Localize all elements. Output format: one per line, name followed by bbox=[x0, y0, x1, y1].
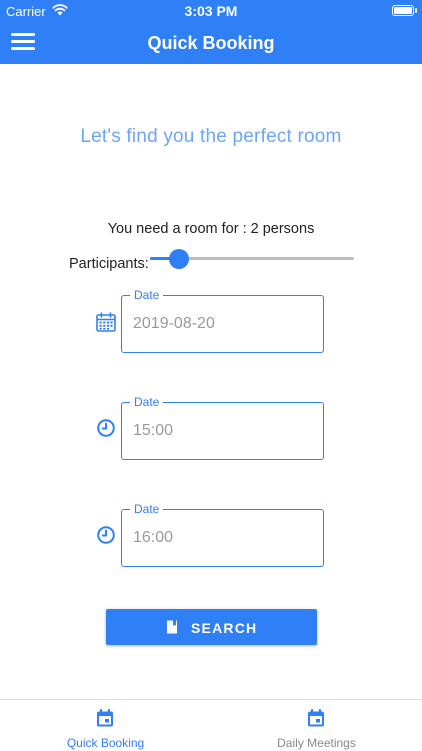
book-icon bbox=[167, 620, 177, 634]
tab-bar: Quick Booking Daily Meetings bbox=[0, 699, 422, 751]
subtitle: Let's find you the perfect room bbox=[80, 126, 342, 147]
date-field-row: Date 2019-08-20 bbox=[0, 288, 422, 355]
end-time-field-value: 16:00 bbox=[133, 529, 174, 546]
date-field-label: Date bbox=[130, 288, 164, 302]
calendar-icon bbox=[97, 709, 113, 727]
slider-thumb[interactable] bbox=[168, 249, 189, 269]
start-time-field-value: 15:00 bbox=[133, 422, 174, 439]
tab-quick-booking-label: Quick Booking bbox=[66, 736, 145, 750]
search-button[interactable]: SEARCH bbox=[106, 609, 317, 645]
clock-icon[interactable] bbox=[96, 525, 116, 545]
date-input[interactable]: Date 2019-08-20 bbox=[121, 288, 324, 353]
clock-icon[interactable] bbox=[96, 418, 116, 438]
battery-icon bbox=[392, 5, 417, 16]
status-bar: Carrier 3:03 PM bbox=[0, 0, 422, 22]
participants-slider[interactable] bbox=[150, 249, 354, 269]
end-time-input[interactable]: Date 16:00 bbox=[121, 502, 324, 567]
participants-label: Participants: bbox=[69, 256, 149, 272]
end-time-field-row: Date 16:00 bbox=[0, 502, 422, 569]
start-time-field-row: Date 15:00 bbox=[0, 395, 422, 462]
start-time-input[interactable]: Date 15:00 bbox=[121, 395, 324, 460]
page-title: Quick Booking bbox=[147, 33, 275, 53]
tab-quick-booking[interactable]: Quick Booking bbox=[0, 700, 211, 751]
calendar-icon[interactable] bbox=[95, 311, 117, 333]
date-field-value: 2019-08-20 bbox=[133, 315, 215, 332]
tab-daily-meetings-label: Daily Meetings bbox=[277, 736, 356, 750]
calendar-icon bbox=[308, 709, 324, 727]
tab-daily-meetings[interactable]: Daily Meetings bbox=[211, 700, 422, 751]
end-time-field-label: Date bbox=[130, 502, 164, 516]
search-button-label: SEARCH bbox=[191, 620, 258, 636]
start-time-field-label: Date bbox=[130, 395, 164, 409]
status-time: 3:03 PM bbox=[184, 3, 238, 19]
app-header: Carrier 3:03 PM Quick Booking bbox=[0, 0, 422, 64]
room-size-text: You need a room for : 2 persons bbox=[107, 221, 315, 237]
